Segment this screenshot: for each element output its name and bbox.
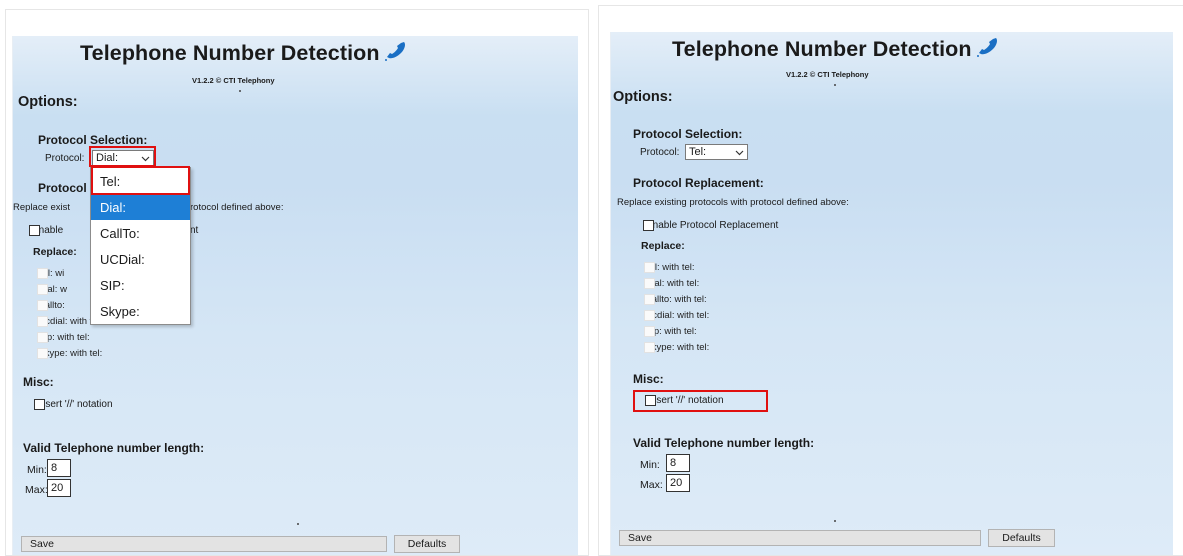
left-defaults-button[interactable]: Defaults: [394, 535, 460, 553]
left-version-text: V1.2.2 © CTI Telephony: [192, 76, 275, 85]
dropdown-option-dial[interactable]: Dial:: [91, 194, 190, 220]
left-options-heading: Options:: [18, 94, 78, 110]
right-defaults-button[interactable]: Defaults: [988, 529, 1055, 547]
right-save-button[interactable]: Save: [619, 530, 981, 546]
right-replace-row: tel: with tel:: [644, 262, 695, 273]
left-replace-checkbox[interactable]: [37, 284, 48, 295]
left-valid-length-heading: Valid Telephone number length:: [23, 441, 205, 455]
left-replace-checkbox[interactable]: [37, 300, 48, 311]
left-replace-label: skype: with tel:: [40, 348, 103, 359]
right-replace-row: dial: with tel:: [644, 278, 699, 289]
right-replace-checkbox[interactable]: [644, 326, 655, 337]
left-page-title: Telephone Number Detection: [80, 40, 408, 66]
left-replace-checkbox[interactable]: [37, 316, 48, 327]
left-enable-replacement-checkbox[interactable]: [29, 225, 40, 236]
right-enable-replacement-label: Enable Protocol Replacement: [646, 220, 779, 231]
right-max-label: Max:: [640, 479, 663, 491]
right-insert-notation-highlight: [633, 390, 768, 412]
right-options-heading: Options:: [613, 89, 673, 105]
phone-handset-icon: [384, 42, 405, 61]
right-decorative-dot: [834, 84, 836, 86]
right-replace-row: ucdial: with tel:: [644, 310, 709, 321]
left-replace-desc-right: rotocol defined above:: [190, 202, 284, 213]
right-version-text: V1.2.2 © CTI Telephony: [786, 70, 869, 79]
right-replace-desc: Replace existing protocols with protocol…: [617, 197, 849, 208]
left-enable-replacement-row[interactable]: Enable: [29, 225, 63, 236]
left-insert-notation-checkbox[interactable]: [34, 399, 45, 410]
right-replace-label: ucdial: with tel:: [647, 310, 710, 321]
left-insert-notation-label: Insert '//' notation: [37, 399, 113, 410]
left-replace-checkbox[interactable]: [37, 348, 48, 359]
dropdown-option-skype[interactable]: Skype:: [91, 298, 190, 324]
left-enable-label-tail: nt: [190, 225, 199, 236]
dropdown-option-callto[interactable]: CallTo:: [91, 220, 190, 246]
left-replace-row: skype: with tel:: [37, 348, 102, 359]
left-max-input[interactable]: 20: [47, 479, 71, 497]
right-valid-length-heading: Valid Telephone number length:: [633, 436, 815, 450]
right-replace-checkbox[interactable]: [644, 310, 655, 321]
right-min-input[interactable]: 8: [666, 454, 690, 472]
right-replace-row: callto: with tel:: [644, 294, 707, 305]
dropdown-option-ucdial[interactable]: UCDial:: [91, 246, 190, 272]
left-replace-row: callto:: [37, 300, 65, 311]
right-misc-heading: Misc:: [633, 372, 664, 386]
left-protocol-replacement-heading: Protocol: [38, 181, 87, 195]
left-protocol-selection-heading: Protocol Selection:: [38, 133, 148, 147]
left-min-input[interactable]: 8: [47, 459, 71, 477]
left-title-text: Telephone Number Detection: [80, 41, 380, 65]
right-enable-replacement-row[interactable]: Enable Protocol Replacement: [643, 220, 778, 231]
left-misc-heading: Misc:: [23, 375, 54, 389]
left-replace-row: tel: wi: [37, 268, 64, 279]
left-save-button[interactable]: Save: [21, 536, 387, 552]
chevron-down-icon: [735, 150, 744, 156]
right-replace-label: callto: with tel:: [647, 294, 707, 305]
right-replace-heading: Replace:: [641, 240, 685, 252]
left-replace-checkbox[interactable]: [37, 332, 48, 343]
right-decorative-dot: [834, 520, 836, 522]
left-min-label: Min:: [27, 464, 47, 476]
right-replace-checkbox[interactable]: [644, 294, 655, 305]
right-protocol-selection-heading: Protocol Selection:: [633, 127, 743, 141]
right-protocol-select[interactable]: Tel:: [685, 144, 748, 160]
right-protocol-replacement-heading: Protocol Replacement:: [633, 176, 764, 190]
left-max-label: Max:: [25, 484, 48, 496]
dropdown-option-sip[interactable]: SIP:: [91, 272, 190, 298]
right-protocol-label: Protocol:: [640, 147, 680, 158]
right-title-text: Telephone Number Detection: [672, 37, 972, 61]
left-replace-row: sip: with tel:: [37, 332, 90, 343]
right-max-input[interactable]: 20: [666, 474, 690, 492]
left-decorative-dot: [239, 90, 241, 92]
right-replace-checkbox[interactable]: [644, 262, 655, 273]
right-min-label: Min:: [640, 459, 660, 471]
left-insert-notation-row[interactable]: Insert '//' notation: [34, 399, 113, 410]
left-tel-option-highlight: [91, 166, 190, 195]
right-enable-replacement-checkbox[interactable]: [643, 220, 654, 231]
left-replace-row: dial: w: [37, 284, 67, 295]
left-decorative-dot: [297, 523, 299, 525]
left-replace-desc-left: Replace exist: [13, 202, 71, 213]
right-replace-row: skype: with tel:: [644, 342, 709, 353]
right-replace-checkbox[interactable]: [644, 342, 655, 353]
right-replace-checkbox[interactable]: [644, 278, 655, 289]
left-select-highlight: [89, 146, 156, 167]
phone-handset-icon: [976, 38, 997, 57]
right-protocol-select-value: Tel:: [689, 146, 707, 158]
left-replace-heading: Replace:: [33, 246, 77, 258]
right-replace-row: sip: with tel:: [644, 326, 697, 337]
left-protocol-label: Protocol:: [45, 153, 85, 164]
right-page-title: Telephone Number Detection: [672, 36, 1000, 62]
left-replace-checkbox[interactable]: [37, 268, 48, 279]
right-replace-label: skype: with tel:: [647, 342, 710, 353]
